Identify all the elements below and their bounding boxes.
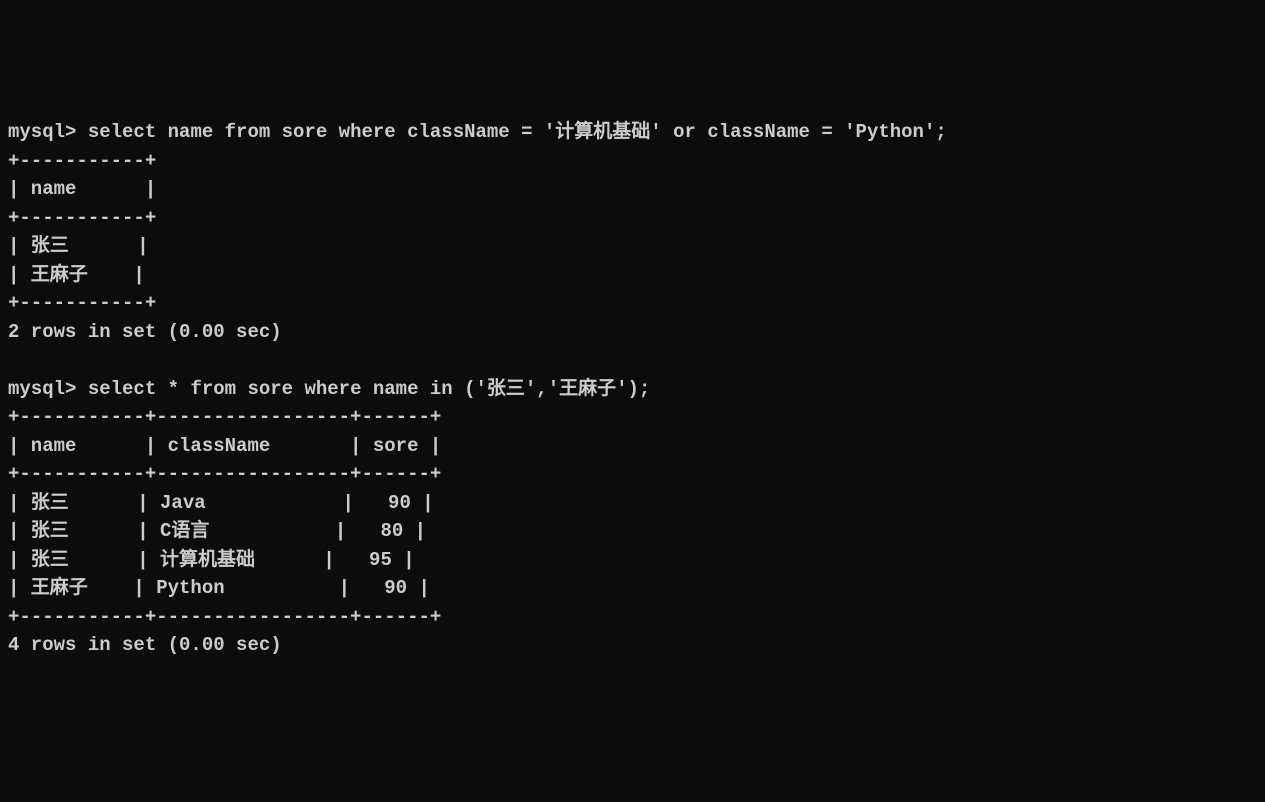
table1-header: | name |: [8, 178, 156, 200]
sql-query-1: select name from sore where className = …: [88, 121, 947, 143]
table2-row-1: | 张三 | Java | 90 |: [8, 492, 434, 514]
table2-border-bottom: +-----------+-----------------+------+: [8, 606, 441, 628]
table2-row-4: | 王麻子 | Python | 90 |: [8, 577, 430, 599]
table1-row-1: | 张三 |: [8, 235, 149, 257]
mysql-prompt-1: mysql>: [8, 121, 88, 143]
terminal-output: mysql> select name from sore where class…: [8, 118, 1257, 660]
table1-border-mid: +-----------+: [8, 207, 156, 229]
table1-border-top: +-----------+: [8, 150, 156, 172]
query2-summary: 4 rows in set (0.00 sec): [8, 634, 282, 656]
table1-border-bottom: +-----------+: [8, 292, 156, 314]
table2-border-mid: +-----------+-----------------+------+: [8, 463, 441, 485]
table2-border-top: +-----------+-----------------+------+: [8, 406, 441, 428]
table2-header: | name | className | sore |: [8, 435, 441, 457]
mysql-prompt-2: mysql>: [8, 378, 88, 400]
query1-summary: 2 rows in set (0.00 sec): [8, 321, 282, 343]
table1-row-2: | 王麻子 |: [8, 264, 145, 286]
table2-row-3: | 张三 | 计算机基础 | 95 |: [8, 549, 415, 571]
sql-query-2: select * from sore where name in ('张三','…: [88, 378, 650, 400]
